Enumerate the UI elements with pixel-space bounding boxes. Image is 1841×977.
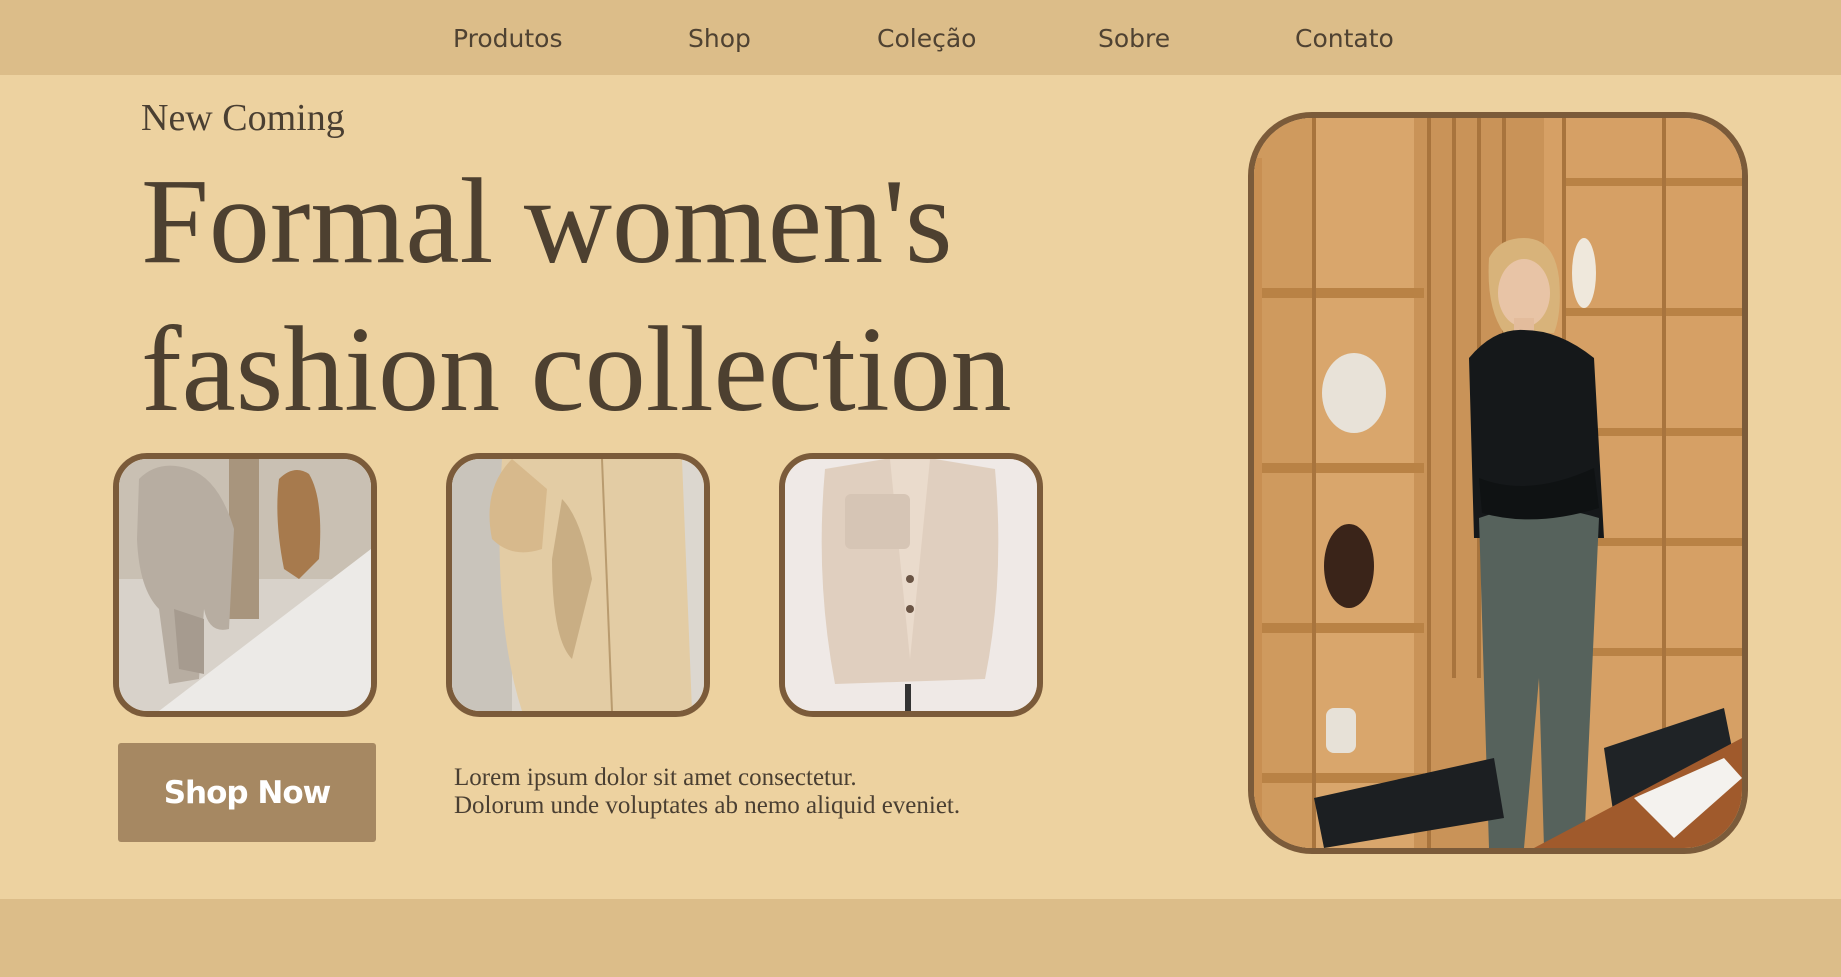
nav-item-colecao[interactable]: Coleção [877,22,976,56]
nav-item-produtos[interactable]: Produtos [453,22,563,56]
hero-headline: Formal women's fashion collection [141,148,1012,444]
hero-description-line-2: Dolorum unde voluptates ab nemo aliquid … [454,792,961,819]
hero-description: Lorem ipsum dolor sit amet consectetur. … [454,764,960,820]
footer-band [0,899,1841,977]
nav-item-sobre[interactable]: Sobre [1098,22,1170,56]
product-thumbnail-3[interactable] [779,453,1043,717]
product-thumbnail-2[interactable] [446,453,710,717]
product-thumbnail-1[interactable] [113,453,377,717]
nav-item-shop[interactable]: Shop [688,22,751,56]
model-with-shelves-image [1254,118,1742,848]
hero-headline-line-1: Formal women's [141,154,953,289]
grey-suit-photo [119,459,371,711]
shop-now-button[interactable]: Shop Now [118,743,376,842]
hero-kicker: New Coming [141,97,345,139]
hero-headline-line-2: fashion collection [141,302,1012,437]
top-navigation: Produtos Shop Coleção Sobre Contato [0,0,1841,75]
hero-description-line-1: Lorem ipsum dolor sit amet consectetur. [454,764,857,791]
nav-item-contato[interactable]: Contato [1295,22,1394,56]
hero-model-photo [1248,112,1748,854]
cream-jacket-photo [785,459,1037,711]
beige-pants-photo [452,459,704,711]
